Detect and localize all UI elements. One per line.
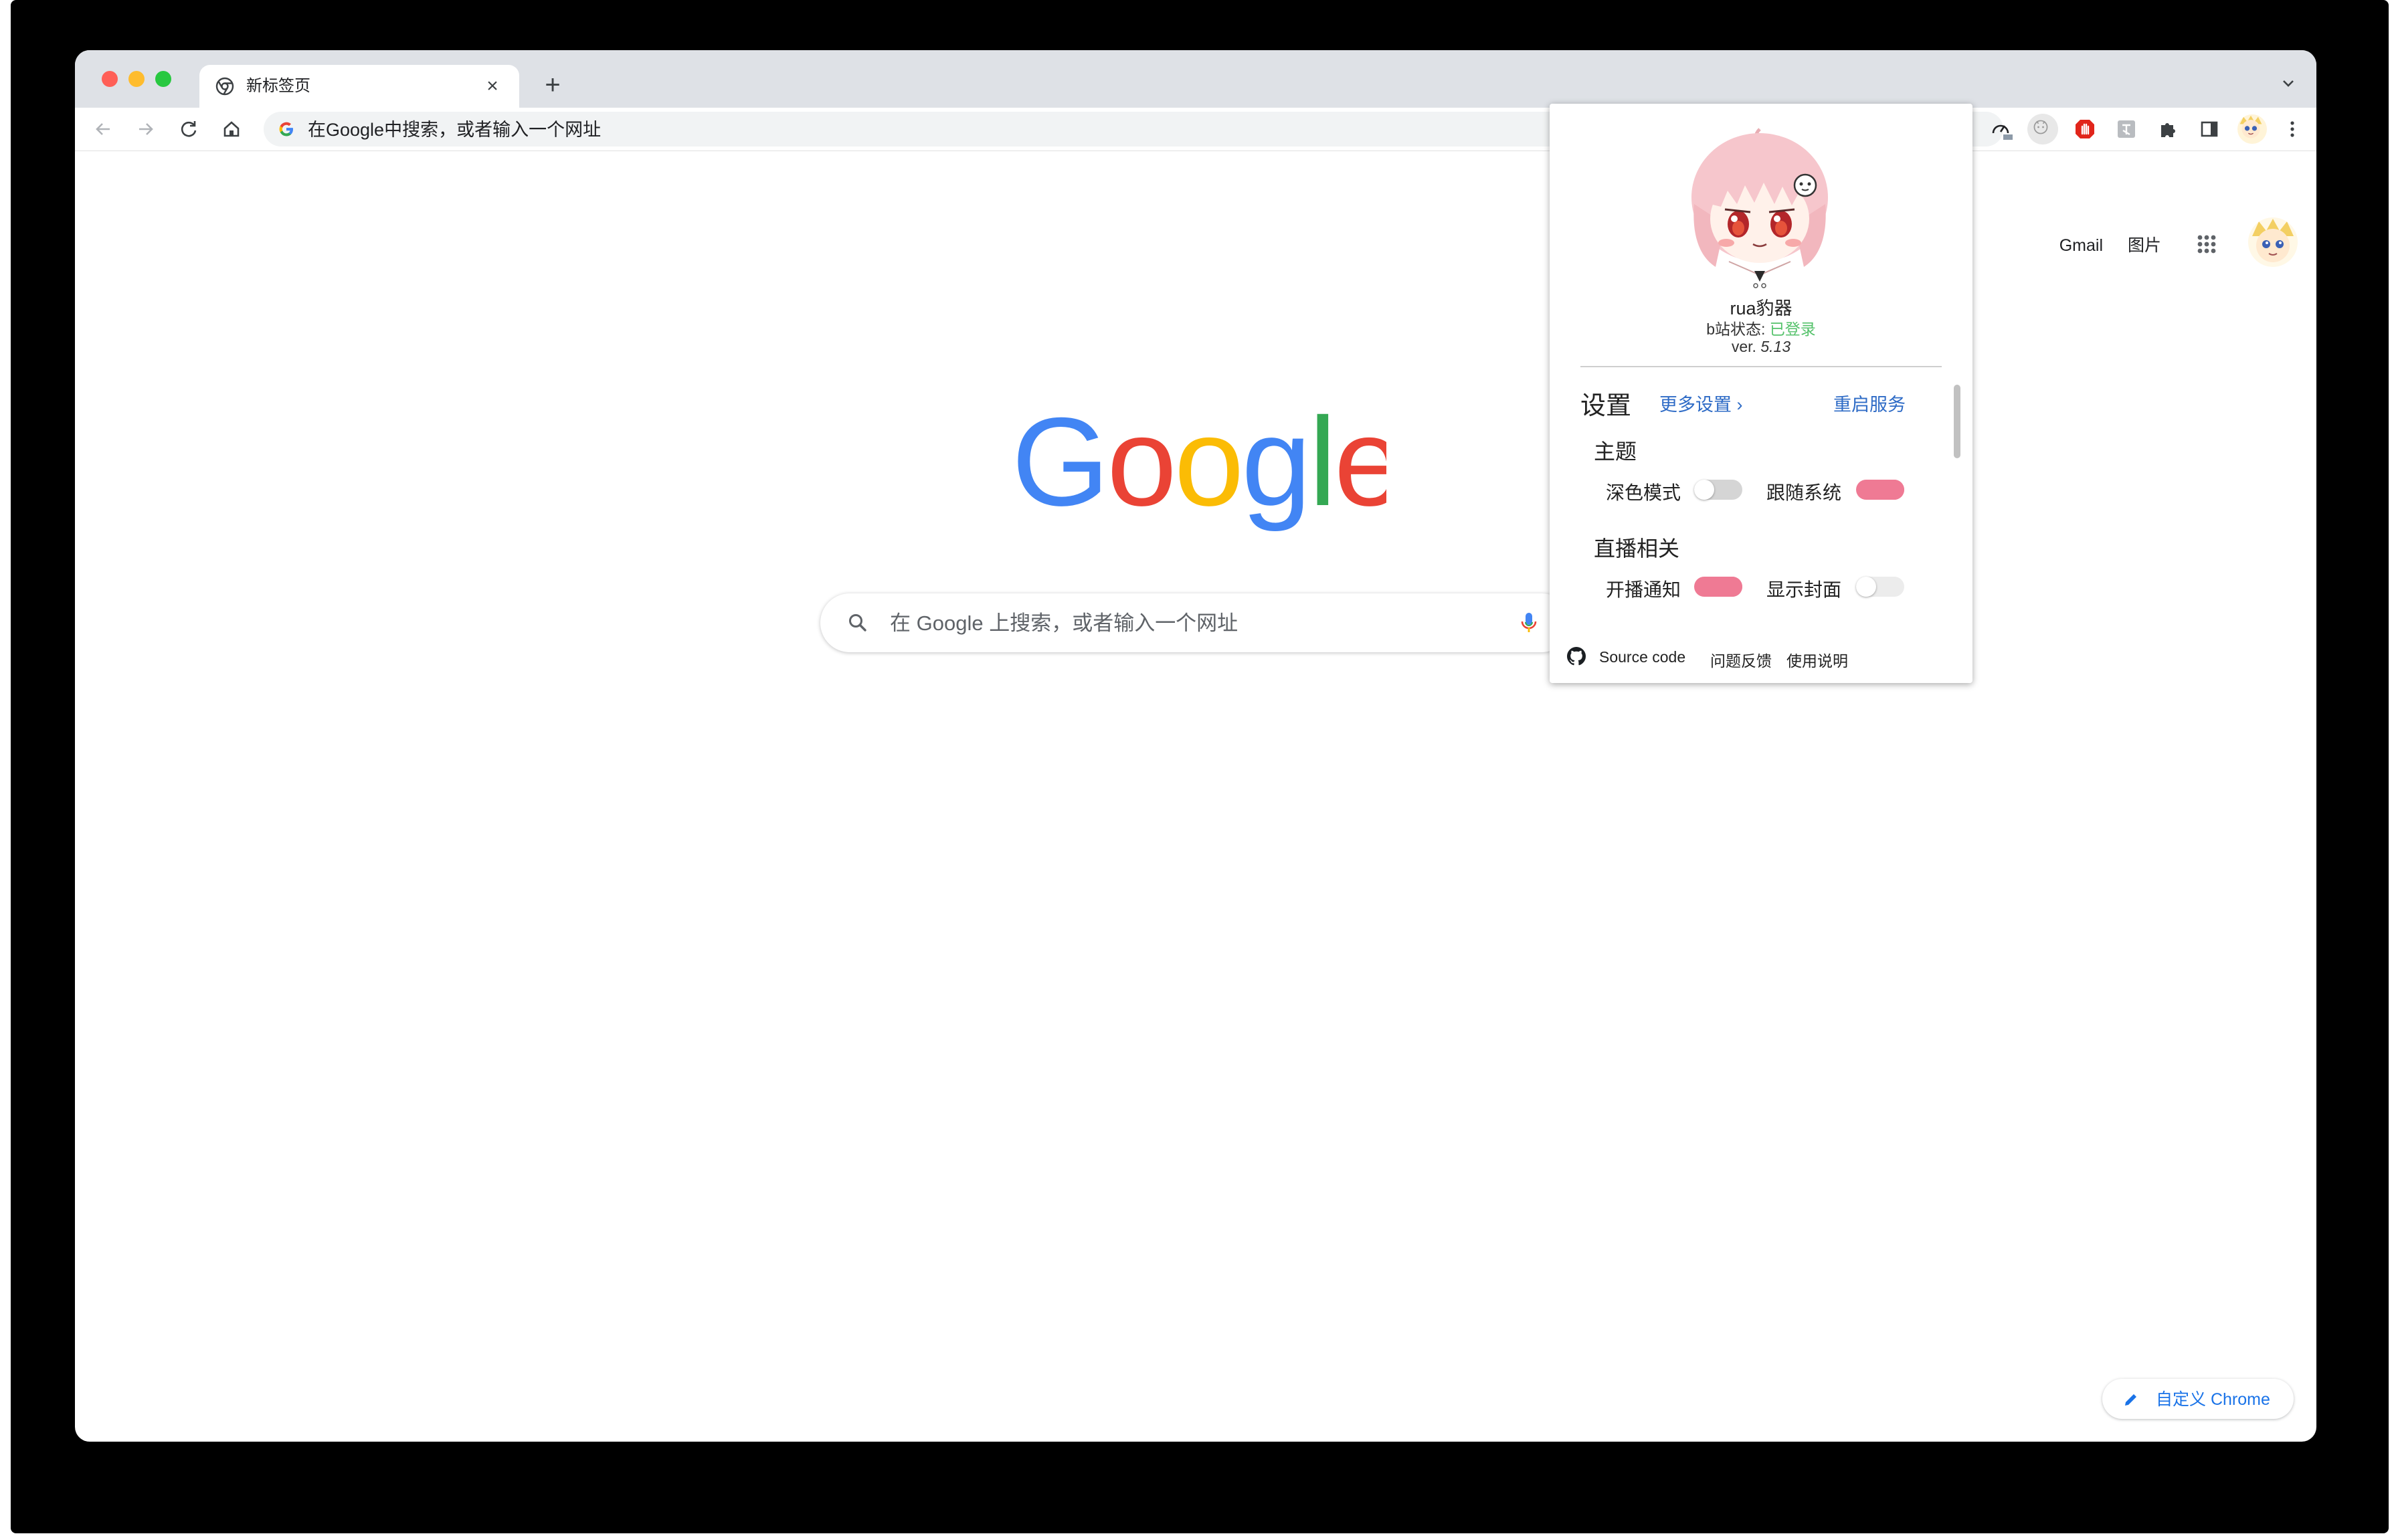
tab-strip: 新标签页 × +: [75, 50, 2316, 108]
ntp-search-box[interactable]: 在 Google 上搜索，或者输入一个网址: [820, 593, 1571, 652]
puzzle-icon: [2161, 123, 2175, 137]
live-heading: 直播相关: [1594, 537, 1680, 561]
extensions-button[interactable]: [2154, 116, 2181, 142]
ntp-top-links: Gmail 图片: [2039, 232, 2161, 256]
settings-title: 设置: [1580, 392, 1632, 420]
mascot-face-icon: [2033, 120, 2048, 134]
translate-icon: [2118, 120, 2135, 138]
google-logo: Google: [1012, 405, 1386, 532]
popup-scrollbar[interactable]: [1954, 385, 1960, 458]
browser-window: 新标签页 × + 在Google中搜索，或者输入一个网址 Gmail 图片 Go…: [75, 50, 2316, 1442]
feedback-link[interactable]: 问题反馈: [1710, 648, 1772, 671]
dark-mode-toggle[interactable]: [1694, 480, 1742, 500]
speedometer-extension-button[interactable]: [1987, 116, 2014, 142]
gmail-link[interactable]: Gmail: [2059, 236, 2103, 255]
chevron-down-icon[interactable]: [2278, 73, 2299, 94]
status-label: b站状态:: [1706, 320, 1770, 338]
reload-button[interactable]: [175, 116, 202, 142]
toolbar: 在Google中搜索，或者输入一个网址: [75, 108, 2316, 151]
search-placeholder: 在 Google 上搜索，或者输入一个网址: [890, 611, 1238, 635]
svg-text:Google: Google: [1012, 405, 1386, 532]
minimize-window-button[interactable]: [128, 71, 145, 87]
show-cover-toggle[interactable]: [1856, 577, 1904, 597]
divider: [1580, 366, 1942, 367]
mascot-image: [1691, 128, 1828, 290]
tab-new-tab[interactable]: 新标签页 ×: [199, 65, 519, 108]
zoom-window-button[interactable]: [155, 71, 171, 87]
home-icon: [223, 121, 240, 137]
pencil-icon: [2125, 1394, 2136, 1406]
toggle-knob: [1884, 480, 1904, 500]
version-value: 5.13: [1760, 338, 1791, 355]
toggle-knob: [1694, 480, 1714, 500]
avatar-image: [2252, 219, 2294, 262]
toggle-knob: [1722, 577, 1742, 597]
forward-button[interactable]: [132, 116, 159, 142]
adblock-extension-button[interactable]: [2072, 116, 2098, 142]
follow-system-label: 跟随系统: [1766, 482, 1842, 503]
menu-button[interactable]: [2279, 116, 2306, 142]
login-status: b站状态: 已登录: [1550, 316, 1972, 339]
google-g-icon: [279, 122, 293, 136]
more-settings-link[interactable]: 更多设置 ›: [1659, 390, 1743, 416]
live-notify-label: 开播通知: [1606, 579, 1681, 600]
kebab-menu-icon: [2290, 121, 2294, 137]
new-tab-button[interactable]: +: [537, 70, 569, 102]
side-panel-icon: [2201, 121, 2218, 137]
source-code-link[interactable]: Source code: [1599, 648, 1685, 666]
version-label: ver.: [1731, 338, 1761, 355]
mic-icon[interactable]: [1515, 608, 1543, 636]
dark-mode-label: 深色模式: [1606, 482, 1681, 503]
images-link[interactable]: 图片: [2128, 236, 2161, 255]
omnibox-placeholder: 在Google中搜索，或者输入一个网址: [308, 120, 602, 140]
translate-extension-button[interactable]: [2113, 116, 2140, 142]
github-icon[interactable]: [1566, 646, 1587, 667]
stop-hand-icon: [2076, 120, 2094, 138]
arrow-left-icon: [96, 123, 110, 135]
tab-close-icon[interactable]: ×: [480, 74, 504, 98]
search-icon: [849, 614, 866, 632]
theme-heading: 主题: [1594, 440, 1637, 464]
reload-icon: [181, 121, 197, 137]
back-button[interactable]: [90, 116, 116, 142]
live-notify-toggle[interactable]: [1694, 577, 1742, 597]
profile-avatar-button[interactable]: [2237, 114, 2267, 144]
avatar: [2239, 115, 2262, 138]
follow-system-toggle[interactable]: [1856, 480, 1904, 500]
show-cover-label: 显示封面: [1766, 579, 1842, 600]
tab-title: 新标签页: [246, 77, 310, 95]
help-link[interactable]: 使用说明: [1786, 648, 1848, 671]
close-window-button[interactable]: [102, 71, 118, 87]
status-value: 已登录: [1769, 320, 1816, 338]
arrow-right-icon: [139, 123, 153, 135]
side-panel-button[interactable]: [2196, 116, 2223, 142]
extension-popup: rua豹器 b站状态: 已登录 ver. 5.13 设置 更多设置 › 重启服务…: [1550, 104, 1972, 683]
customize-label: 自定义 Chrome: [2156, 1390, 2270, 1409]
speedometer-icon: [1992, 124, 2013, 140]
customize-chrome-button[interactable]: 自定义 Chrome: [2102, 1379, 2294, 1419]
chrome-icon: [215, 77, 234, 96]
toggle-knob: [1856, 577, 1876, 597]
home-button[interactable]: [218, 116, 245, 142]
version: ver. 5.13: [1550, 338, 1972, 356]
apps-grid-icon[interactable]: [2193, 231, 2220, 258]
account-avatar[interactable]: [2248, 217, 2298, 267]
restart-service-link[interactable]: 重启服务: [1833, 390, 1906, 416]
rua-extension-button[interactable]: [2027, 114, 2058, 145]
